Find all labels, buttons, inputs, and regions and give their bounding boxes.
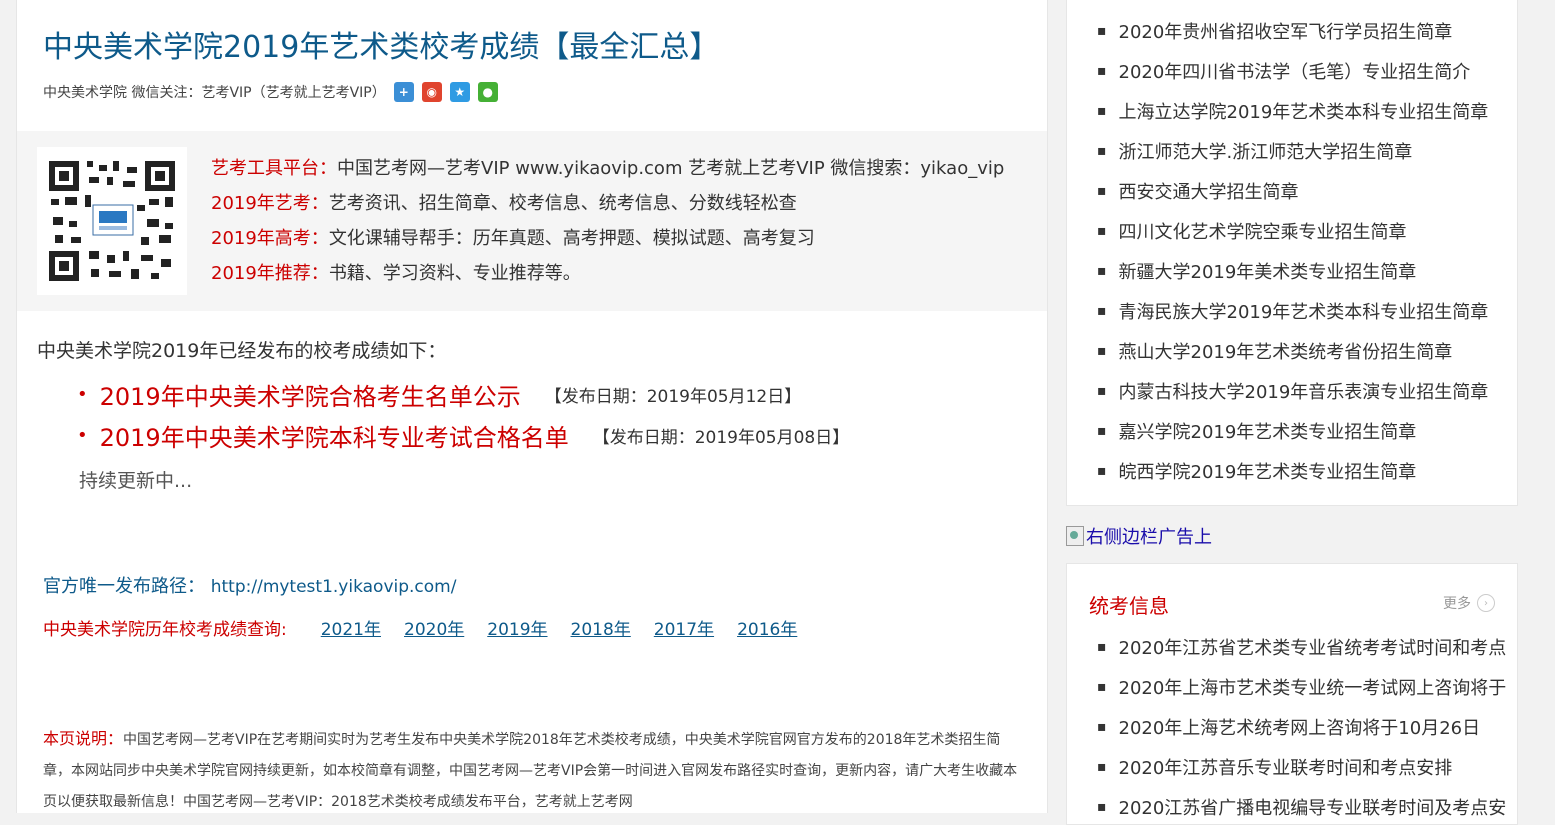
promo-line: 2019年艺考：艺考资讯、招生简章、校考信息、统考信息、分数线轻松查 [211, 193, 797, 214]
bullet-icon: ▪ [1097, 719, 1107, 735]
bullet-icon: ▪ [1097, 23, 1107, 39]
list-item[interactable]: ▪ 2020年上海艺术统考网上咨询将于10月26日 [1067, 707, 1517, 747]
qzone-icon[interactable]: ★ [449, 82, 470, 102]
year-link-2018[interactable]: 2018年 [571, 615, 631, 640]
bullet-icon: ▪ [1097, 463, 1107, 479]
bullet-icon: ▪ [1097, 183, 1107, 199]
box-header: 统考信息 更多 › [1067, 564, 1517, 624]
wechat-icon[interactable]: ● [477, 82, 498, 102]
list-item[interactable]: ▪ 嘉兴学院2019年艺术类专业招生简章 [1067, 411, 1517, 451]
bullet-icon: ▪ [1097, 263, 1107, 279]
bullet-icon: ▪ [1097, 639, 1107, 655]
ad-alt-text: 右侧边栏广告上 [1086, 527, 1212, 548]
year-link-2016[interactable]: 2016年 [737, 615, 797, 640]
list-item[interactable]: ▪ 青海民族大学2019年艺术类本科专业招生简章 [1067, 291, 1517, 331]
article-meta: 中央美术学院 微信关注：艺考VIP（艺考就上艺考VIP） + ◉ ★ ● [43, 82, 506, 102]
share-bar: + ◉ ★ ● [393, 82, 506, 102]
bullet-icon: ▪ [1097, 679, 1107, 695]
promo-line: 艺考工具平台：中国艺考网—艺考VIP www.yikaovip.com 艺考就上… [211, 158, 1005, 179]
promo-lines: 艺考工具平台：中国艺考网—艺考VIP www.yikaovip.com 艺考就上… [211, 151, 1004, 291]
bullet-icon: ▪ [1097, 343, 1107, 359]
list-item[interactable]: ▪ 2020年四川省书法学（毛笔）专业招生简介 [1067, 51, 1517, 91]
unified-exam-box: 统考信息 更多 › ▪ 2020年江苏省艺术类专业省统考考试时间和考点 ▪ 2020… [1066, 563, 1518, 825]
promo-line: 2019年高考：文化课辅导帮手：历年真题、高考押题、模拟试题、高考复习 [211, 228, 815, 249]
sidebar-ad[interactable]: 右侧边栏广告上 [1066, 523, 1212, 549]
more-link[interactable]: 更多 › [1443, 593, 1495, 613]
list-item[interactable]: ▪ 浙江师范大学.浙江师范大学招生简章 [1067, 131, 1517, 171]
list-item[interactable]: ▪ 2020年江苏省艺术类专业省统考考试时间和考点 [1067, 627, 1517, 667]
list-item[interactable]: ▪ 2020年上海市艺术类专业统一考试网上咨询将于 [1067, 667, 1517, 707]
bullet-icon: ▪ [1097, 103, 1107, 119]
list-item[interactable]: ▪ 燕山大学2019年艺术类统考省份招生简章 [1067, 331, 1517, 371]
article-panel: 中央美术学院2019年艺术类校考成绩【最全汇总】 中央美术学院 微信关注：艺考V… [16, 0, 1048, 813]
result-date: 【发布日期：2019年05月08日】 [592, 428, 850, 448]
bullet-icon: ▪ [1097, 63, 1107, 79]
bullet-icon: ▪ [1097, 223, 1107, 239]
promo-line: 2019年推荐：书籍、学习资料、专业推荐等。 [211, 263, 581, 284]
bullet-icon: ▪ [1097, 143, 1107, 159]
bullet-icon: ▪ [1097, 303, 1107, 319]
updating-text: 持续更新中... [79, 470, 193, 492]
year-link-2019[interactable]: 2019年 [487, 615, 547, 640]
result-link[interactable]: 2019年中央美术学院合格考生名单公示 [100, 377, 521, 412]
list-item[interactable]: ▪ 皖西学院2019年艺术类专业招生简章 [1067, 451, 1517, 491]
page-note: 本页说明：中国艺考网—艺考VIP在艺考期间实时为艺考生发布中央美术学院2018年… [43, 723, 1023, 813]
official-label: 官方唯一发布路径： [43, 576, 205, 597]
box-title: 统考信息 [1089, 594, 1169, 618]
result-item: • 2019年中央美术学院本科专业考试合格名单 【发布日期：2019年05月08… [77, 415, 849, 456]
note-text: 中国艺考网—艺考VIP在艺考期间实时为艺考生发布中央美术学院2018年艺术类校考… [43, 732, 1018, 810]
official-path: 官方唯一发布路径： http://mytest1.yikaovip.com/ [43, 572, 456, 598]
list-item[interactable]: ▪ 2020年江苏音乐专业联考时间和考点安排 [1067, 747, 1517, 787]
sidebar-list: ▪ 2020年贵州省招收空军飞行学员招生简章 ▪ 2020年四川省书法学（毛笔）专业… [1067, 0, 1517, 491]
bullet-icon: ▪ [1097, 759, 1107, 775]
history-query: 中央美术学院历年校考成绩查询: 2021年 2020年 2019年 2018年 … [43, 615, 820, 640]
result-item: • 2019年中央美术学院合格考生名单公示 【发布日期：2019年05月12日】 [77, 374, 849, 415]
year-link-2020[interactable]: 2020年 [404, 615, 464, 640]
chevron-right-icon: › [1477, 594, 1495, 612]
history-label: 中央美术学院历年校考成绩查询: [43, 620, 287, 640]
bullet-icon: ▪ [1097, 383, 1107, 399]
list-item[interactable]: ▪ 2020年贵州省招收空军飞行学员招生简章 [1067, 11, 1517, 51]
sidebar-list-box: ▪ 2020年贵州省招收空军飞行学员招生简章 ▪ 2020年四川省书法学（毛笔）专业… [1066, 0, 1518, 506]
list-item[interactable]: ▪ 西安交通大学招生简章 [1067, 171, 1517, 211]
qr-code-image [37, 147, 187, 295]
year-link-2021[interactable]: 2021年 [321, 615, 381, 640]
results-list: • 2019年中央美术学院合格考生名单公示 【发布日期：2019年05月12日】… [77, 374, 849, 456]
intro-text: 中央美术学院2019年已经发布的校考成绩如下： [37, 340, 447, 362]
bullet-icon: ▪ [1097, 423, 1107, 439]
unified-list: ▪ 2020年江苏省艺术类专业省统考考试时间和考点 ▪ 2020年上海市艺术类专业统… [1067, 627, 1517, 824]
bullet-icon: • [77, 425, 88, 446]
weibo-icon[interactable]: ◉ [421, 82, 442, 102]
result-date: 【发布日期：2019年05月12日】 [544, 387, 802, 407]
note-label: 本页说明： [43, 729, 124, 748]
year-link-2017[interactable]: 2017年 [654, 615, 714, 640]
page-title: 中央美术学院2019年艺术类校考成绩【最全汇总】 [43, 30, 720, 65]
list-item[interactable]: ▪ 上海立达学院2019年艺术类本科专业招生简章 [1067, 91, 1517, 131]
promo-box: 艺考工具平台：中国艺考网—艺考VIP www.yikaovip.com 艺考就上… [17, 131, 1047, 311]
add-icon[interactable]: + [393, 82, 414, 102]
official-url-link[interactable]: http://mytest1.yikaovip.com/ [211, 577, 457, 597]
list-item[interactable]: ▪ 2020江苏省广播电视编导专业联考时间及考点安 [1067, 787, 1517, 824]
broken-image-icon [1066, 526, 1084, 546]
list-item[interactable]: ▪ 新疆大学2019年美术类专业招生简章 [1067, 251, 1517, 291]
bullet-icon: • [77, 384, 88, 405]
list-item[interactable]: ▪ 四川文化艺术学院空乘专业招生简章 [1067, 211, 1517, 251]
result-link[interactable]: 2019年中央美术学院本科专业考试合格名单 [100, 418, 569, 453]
list-item[interactable]: ▪ 内蒙古科技大学2019年音乐表演专业招生简章 [1067, 371, 1517, 411]
meta-text: 中央美术学院 微信关注：艺考VIP（艺考就上艺考VIP） [43, 85, 386, 101]
